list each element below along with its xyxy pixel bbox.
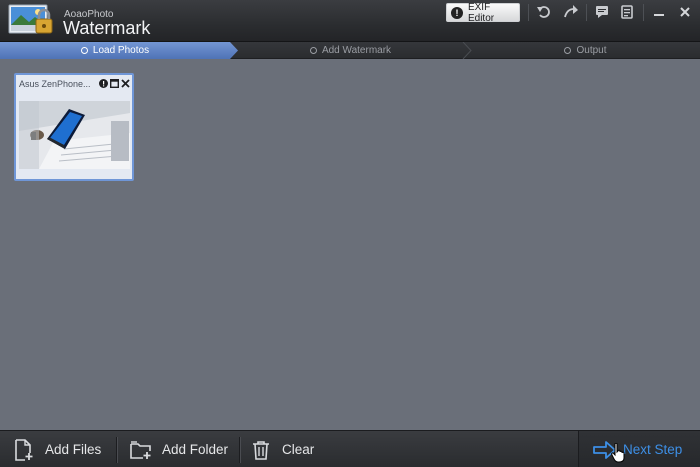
- trash-icon: [250, 439, 272, 461]
- close-button[interactable]: [676, 4, 694, 20]
- maximize-icon[interactable]: [109, 79, 119, 89]
- hand-cursor-icon: [611, 443, 625, 463]
- app-title: Watermark: [63, 18, 151, 38]
- toolbar-divider: [586, 4, 587, 21]
- feedback-button[interactable]: [593, 4, 611, 20]
- exif-alert-icon: !: [451, 6, 463, 19]
- remove-photo-icon[interactable]: [120, 79, 130, 89]
- add-folder-icon: [130, 439, 152, 461]
- toolbar-divider: [643, 4, 644, 21]
- title-bar: AoaoPhoto Watermark ! EXIF Editor: [0, 0, 700, 42]
- photo-thumbnail: [19, 101, 130, 169]
- step-dot-icon: [564, 47, 572, 54]
- toolbar-divider: [528, 4, 529, 21]
- exif-editor-label: EXIF Editor: [467, 1, 495, 24]
- minimize-icon: [654, 14, 664, 16]
- photo-workspace: Asus ZenPhone...: [0, 60, 700, 430]
- next-step-button[interactable]: Next Step: [578, 431, 700, 467]
- step-dot-icon: [309, 47, 317, 54]
- add-folder-label: Add Folder: [162, 442, 229, 457]
- step-load-photos[interactable]: Load Photos: [0, 42, 230, 59]
- wizard-steps: Load Photos Add Watermark Output: [0, 42, 700, 59]
- add-file-icon: [13, 438, 35, 461]
- photo-card[interactable]: Asus ZenPhone...: [14, 73, 134, 181]
- redo-icon: [564, 5, 578, 18]
- exif-editor-button[interactable]: ! EXIF Editor: [446, 1, 520, 24]
- step-output[interactable]: Output: [471, 42, 700, 59]
- app-logo-icon: [8, 4, 53, 34]
- bottom-toolbar: Add Files Add Folder Clear Next Step: [0, 430, 700, 467]
- phone-photo-image: [19, 101, 130, 169]
- add-files-label: Add Files: [45, 442, 102, 457]
- photo-card-header: Asus ZenPhone...: [19, 77, 131, 90]
- info-icon[interactable]: [98, 79, 108, 89]
- minimize-button[interactable]: [650, 4, 668, 20]
- clear-button[interactable]: Clear: [250, 431, 314, 467]
- clear-label: Clear: [282, 442, 315, 457]
- notes-icon: [621, 5, 633, 19]
- add-files-button[interactable]: Add Files: [13, 431, 101, 467]
- step-label: Add Watermark: [321, 45, 392, 56]
- undo-icon: [537, 6, 550, 18]
- step-dot-icon: [80, 47, 88, 54]
- undo-button[interactable]: [535, 4, 553, 20]
- toolbar-divider: [116, 437, 117, 463]
- step-add-watermark[interactable]: Add Watermark: [238, 42, 463, 59]
- step-label: Load Photos: [92, 45, 150, 56]
- toolbar-divider: [239, 437, 240, 463]
- close-icon: [680, 7, 690, 17]
- add-folder-button[interactable]: Add Folder: [130, 431, 228, 467]
- feedback-icon: [596, 6, 608, 18]
- notes-button[interactable]: [618, 4, 636, 20]
- next-step-label: Next Step: [623, 442, 683, 457]
- step-label: Output: [576, 45, 607, 56]
- photo-name: Asus ZenPhone...: [19, 78, 91, 89]
- redo-button[interactable]: [562, 4, 580, 20]
